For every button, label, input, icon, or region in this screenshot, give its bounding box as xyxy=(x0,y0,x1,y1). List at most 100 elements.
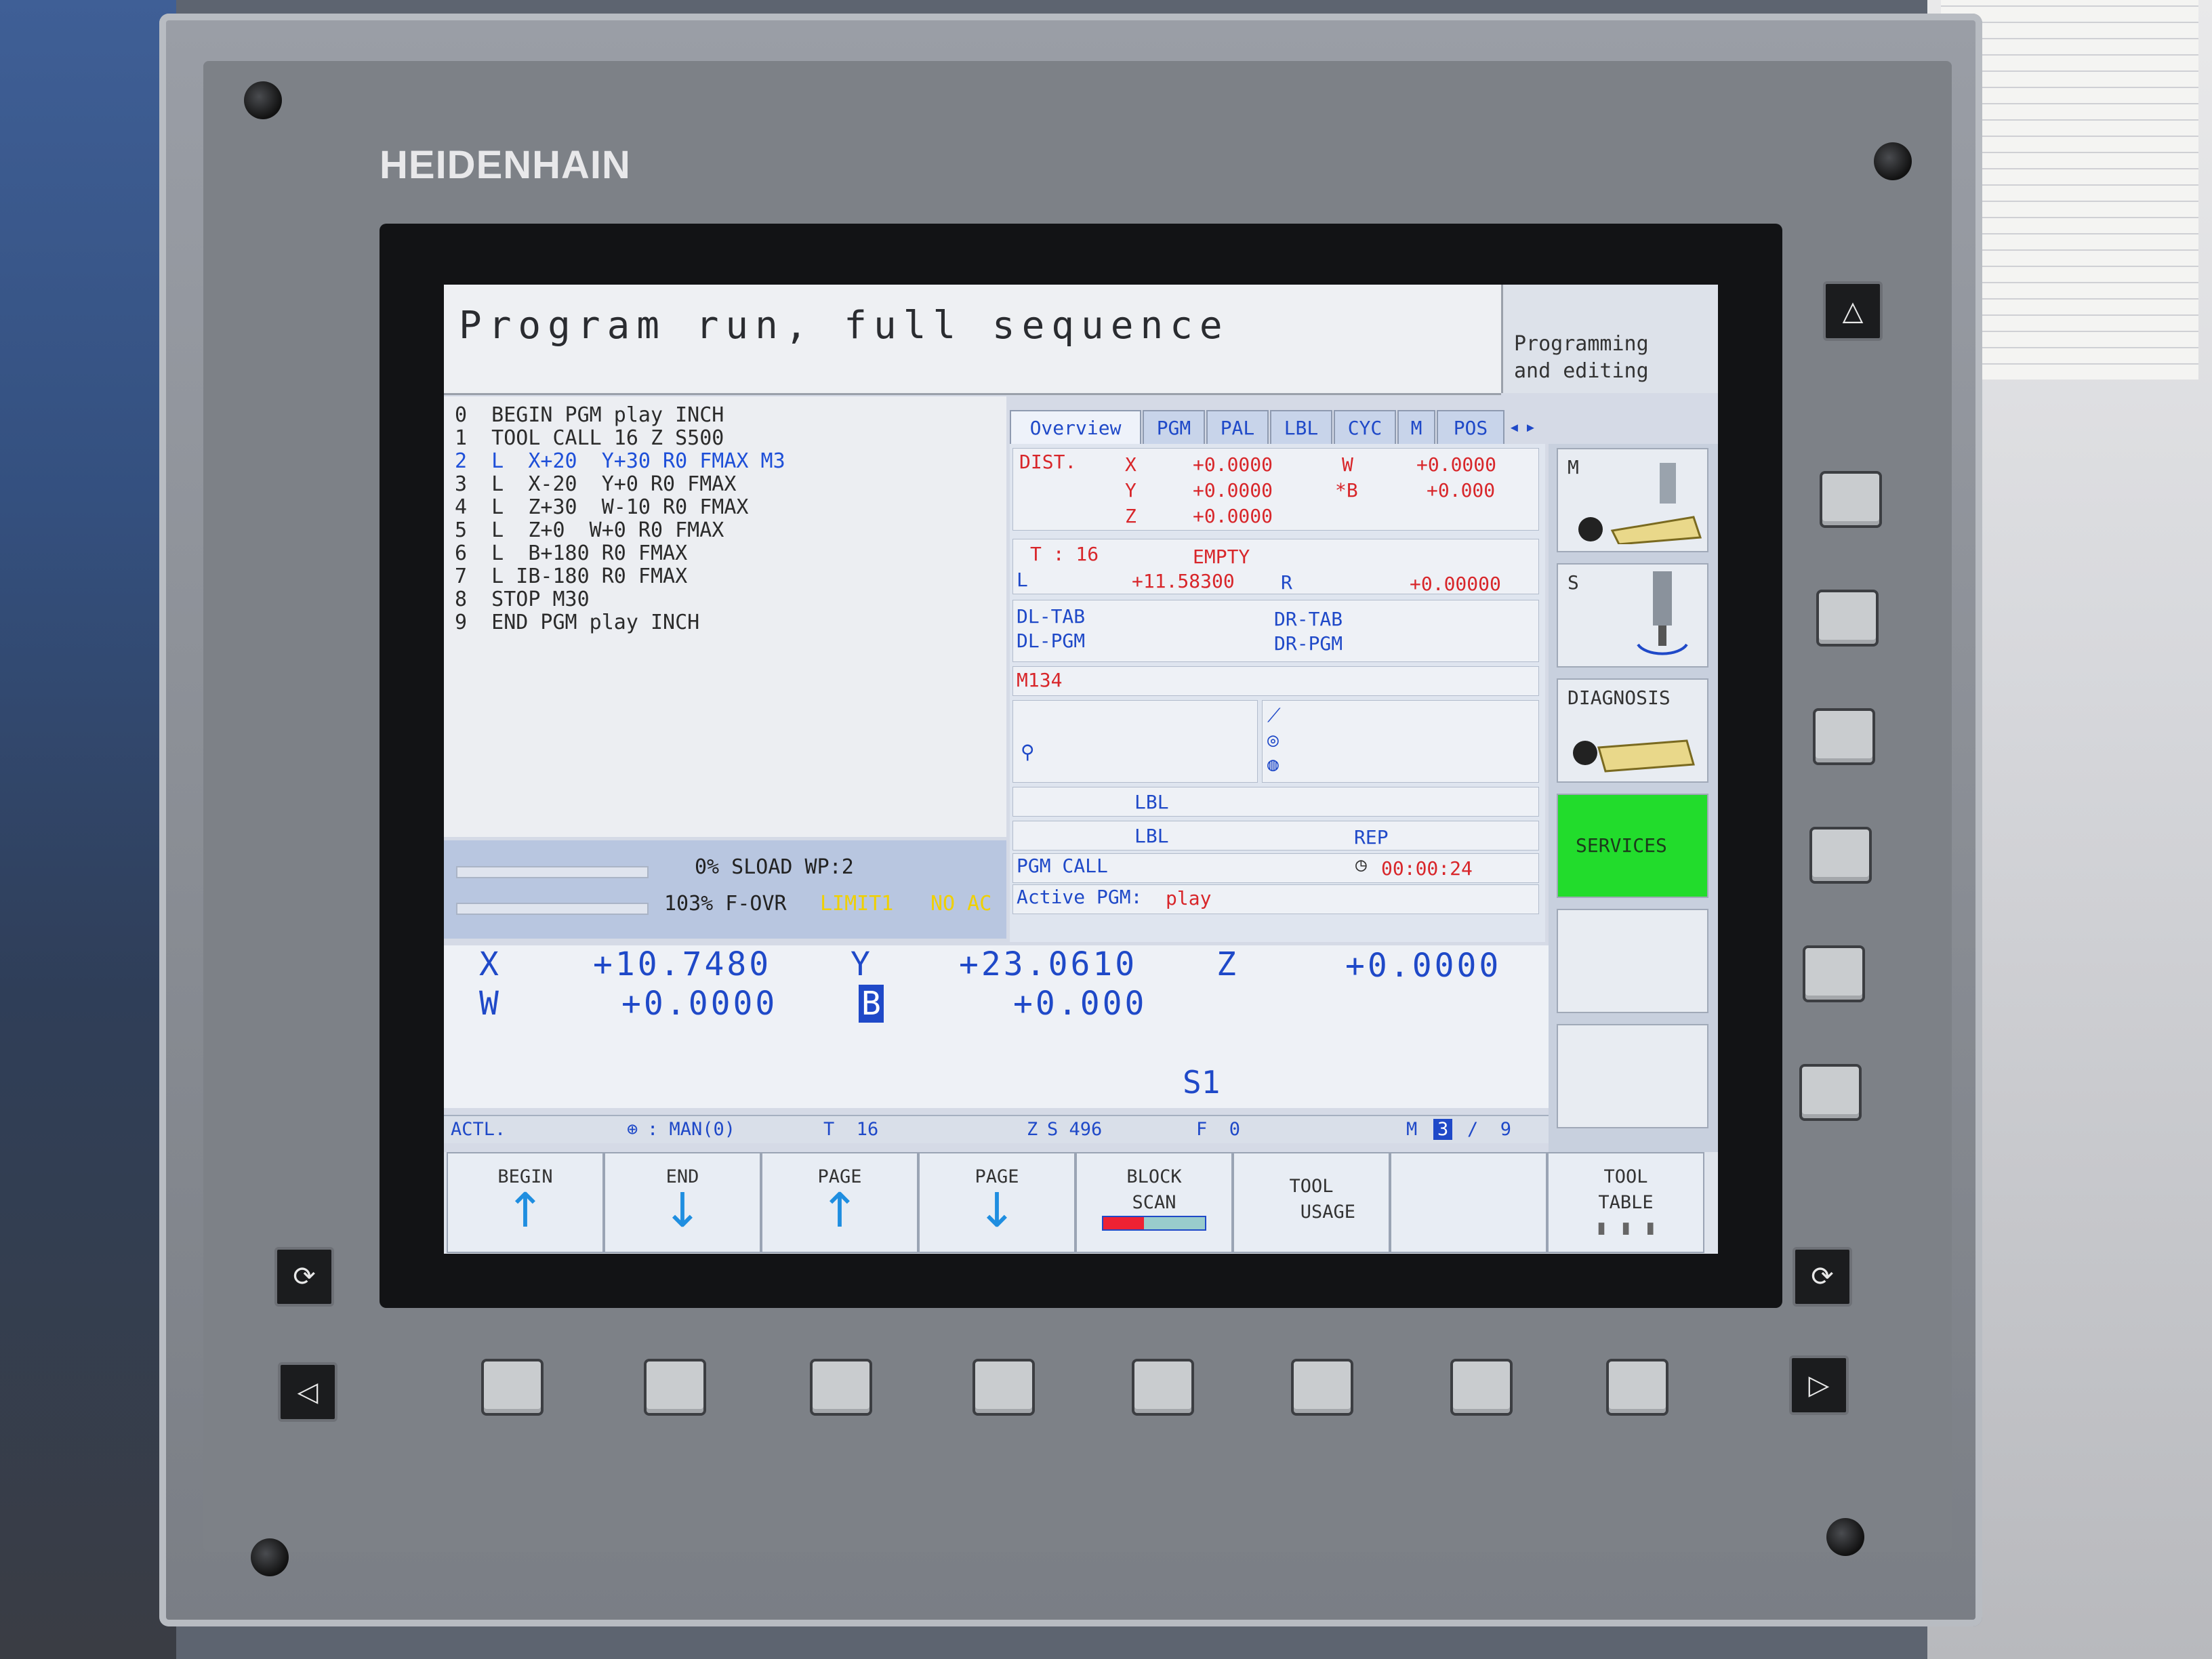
info-bar: ACTL. ⊕ : MAN(0) T 16 Z S 496 F 0 M 3 / … xyxy=(444,1115,1549,1143)
tab-pgm[interactable]: PGM xyxy=(1143,410,1205,445)
dist-y-value: +0.0000 xyxy=(1193,479,1273,501)
spindle-icon xyxy=(1637,571,1688,655)
cycle-icon: ◍ xyxy=(1267,753,1279,775)
s-softkey[interactable]: S xyxy=(1557,563,1708,668)
screen-layout-up-button[interactable]: △ xyxy=(1823,281,1883,341)
tool-radius-label: R xyxy=(1281,571,1292,594)
dist-b-label: *B xyxy=(1335,479,1358,501)
diagnosis-softkey[interactable]: DIAGNOSIS xyxy=(1557,678,1708,783)
hw-softkey-bottom-6[interactable] xyxy=(1291,1359,1353,1416)
block-scan-softkey[interactable]: BLOCK SCAN xyxy=(1076,1152,1233,1253)
hw-softkey-right-5[interactable] xyxy=(1803,945,1865,1002)
hw-softkey-right-6[interactable] xyxy=(1799,1064,1862,1121)
softkey-next-button[interactable]: ▷ xyxy=(1789,1355,1849,1415)
hw-softkey-bottom-3[interactable] xyxy=(810,1359,872,1416)
page-down-softkey[interactable]: PAGE ↓ xyxy=(918,1152,1076,1253)
program-line[interactable]: 4 L Z+30 W-10 R0 FMAX xyxy=(455,495,748,519)
hw-softkey-right-3[interactable] xyxy=(1813,708,1875,765)
status-tabs: Overview PGM PAL LBL CYC M POS ◂ ▸ xyxy=(1010,410,1545,445)
switch-softkey-row-icon[interactable]: ⟳ xyxy=(274,1247,334,1307)
axis-y-label: Y xyxy=(851,945,870,983)
sload-bar xyxy=(456,866,649,878)
arrow-down-icon: ↓ xyxy=(977,1183,1017,1238)
block-scan-label: BLOCK SCAN xyxy=(1126,1166,1182,1213)
m-value: 3 xyxy=(1433,1119,1453,1140)
empty-softkey[interactable] xyxy=(1390,1152,1547,1253)
rep-label: REP xyxy=(1354,826,1389,848)
softkey-bar: BEGIN ↑ END ↓ PAGE ↑ PAGE ↓ BLOCK SCAN T… xyxy=(444,1152,1718,1254)
tab-pal[interactable]: PAL xyxy=(1206,410,1269,445)
services-softkey[interactable]: SERVICES xyxy=(1557,794,1708,898)
program-line-active[interactable]: 2 L X+20 Y+30 R0 FMAX M3 xyxy=(455,449,785,473)
empty-softkey-5[interactable] xyxy=(1557,909,1708,1013)
tab-pos[interactable]: POS xyxy=(1437,410,1504,445)
pgm-call-label: PGM CALL xyxy=(1017,855,1108,877)
run-time: 00:00:24 xyxy=(1381,857,1473,880)
end-softkey[interactable]: END ↓ xyxy=(604,1152,761,1253)
hw-softkey-bottom-8[interactable] xyxy=(1606,1359,1668,1416)
softkey-prev-button[interactable]: ◁ xyxy=(278,1362,337,1422)
m-function-box xyxy=(1012,666,1539,696)
hw-softkey-bottom-7[interactable] xyxy=(1450,1359,1513,1416)
program-line[interactable]: 5 L Z+0 W+0 R0 FMAX xyxy=(455,518,724,542)
tilt-plane-icon: ⟋ xyxy=(1267,704,1281,726)
feed-override-bar xyxy=(456,903,649,915)
dist-z-label: Z xyxy=(1125,505,1136,527)
program-line[interactable]: 8 STOP M30 xyxy=(455,588,590,611)
hw-softkey-bottom-5[interactable] xyxy=(1132,1359,1194,1416)
tab-cyc[interactable]: CYC xyxy=(1334,410,1396,445)
screw-icon xyxy=(1874,142,1912,180)
dist-z-value: +0.0000 xyxy=(1193,505,1273,527)
vertical-softkey-bar: M S DIAGNOSIS SERVICES xyxy=(1549,444,1718,1223)
tool-status: EMPTY xyxy=(1193,546,1250,568)
axis-w-value: +0.0000 xyxy=(621,985,778,1023)
hw-softkey-bottom-1[interactable] xyxy=(481,1359,544,1416)
hw-softkey-bottom-4[interactable] xyxy=(972,1359,1035,1416)
cnc-screen: Program run, full sequence Programming a… xyxy=(444,285,1718,1254)
rotation-icon: ◎ xyxy=(1267,729,1279,751)
hw-softkey-bottom-2[interactable] xyxy=(644,1359,706,1416)
program-line[interactable]: 7 L IB-180 R0 FMAX xyxy=(455,565,687,588)
tool-usage-label: TOOL USAGE xyxy=(1289,1176,1356,1223)
program-line[interactable]: 1 TOOL CALL 16 Z S500 xyxy=(455,426,724,450)
hw-softkey-right-4[interactable] xyxy=(1809,827,1872,884)
tab-scroll-left-icon[interactable]: ◂ xyxy=(1509,415,1520,438)
program-line[interactable]: 6 L B+180 R0 FMAX xyxy=(455,541,687,565)
screw-icon xyxy=(244,81,282,119)
m134-label: M134 xyxy=(1017,669,1063,691)
axis-b-label: B xyxy=(859,985,884,1023)
programming-mode-indicator[interactable]: Programming and editing xyxy=(1501,285,1718,393)
dist-x-value: +0.0000 xyxy=(1193,453,1273,476)
switch-softkey-row-right-icon[interactable]: ⟳ xyxy=(1793,1247,1852,1307)
tool-info: T 16 xyxy=(823,1119,879,1140)
hw-softkey-right-2[interactable] xyxy=(1816,590,1879,647)
overview-panel: DIST. X +0.0000 Y +0.0000 Z +0.0000 W +0… xyxy=(1010,444,1545,942)
spindle-s1-indicator: S1 xyxy=(1183,1064,1221,1101)
feed-override-text: 103% F-OVR xyxy=(664,892,787,916)
tab-scroll-right-icon[interactable]: ▸ xyxy=(1525,415,1536,438)
program-line[interactable]: 3 L X-20 Y+0 R0 FMAX xyxy=(455,472,736,496)
empty-softkey-6[interactable] xyxy=(1557,1024,1708,1128)
begin-softkey[interactable]: BEGIN ↑ xyxy=(447,1152,604,1253)
mode-header: Program run, full sequence xyxy=(444,285,1501,395)
tab-lbl[interactable]: LBL xyxy=(1270,410,1332,445)
background-wall xyxy=(0,0,176,1659)
m-softkey[interactable]: M xyxy=(1557,448,1708,552)
axis-b-value: +0.000 xyxy=(1013,985,1147,1023)
axis-y-value: +23.0610 xyxy=(959,945,1138,983)
page-up-softkey[interactable]: PAGE ↑ xyxy=(761,1152,918,1253)
tool-table-icon: ▮ ▮ ▮ xyxy=(1595,1216,1657,1240)
lbl-label-1: LBL xyxy=(1134,791,1169,813)
tab-m[interactable]: M xyxy=(1397,410,1435,445)
program-line[interactable]: 0 BEGIN PGM play INCH xyxy=(455,403,724,427)
tab-overview[interactable]: Overview xyxy=(1010,410,1141,444)
tool-table-softkey[interactable]: TOOL TABLE ▮ ▮ ▮ xyxy=(1547,1152,1704,1253)
tool-usage-softkey[interactable]: TOOL USAGE xyxy=(1233,1152,1390,1253)
program-listing[interactable]: 0 BEGIN PGM play INCH 1 TOOL CALL 16 Z S… xyxy=(444,396,1006,837)
dist-y-label: Y xyxy=(1125,479,1136,501)
hw-softkey-right-1[interactable] xyxy=(1820,471,1882,528)
man-label: : MAN(0) xyxy=(647,1119,736,1140)
program-line[interactable]: 9 END PGM play INCH xyxy=(455,611,699,634)
dr-pgm-label: DR-PGM xyxy=(1274,632,1343,655)
probe-icon: ⚲ xyxy=(1021,741,1035,763)
